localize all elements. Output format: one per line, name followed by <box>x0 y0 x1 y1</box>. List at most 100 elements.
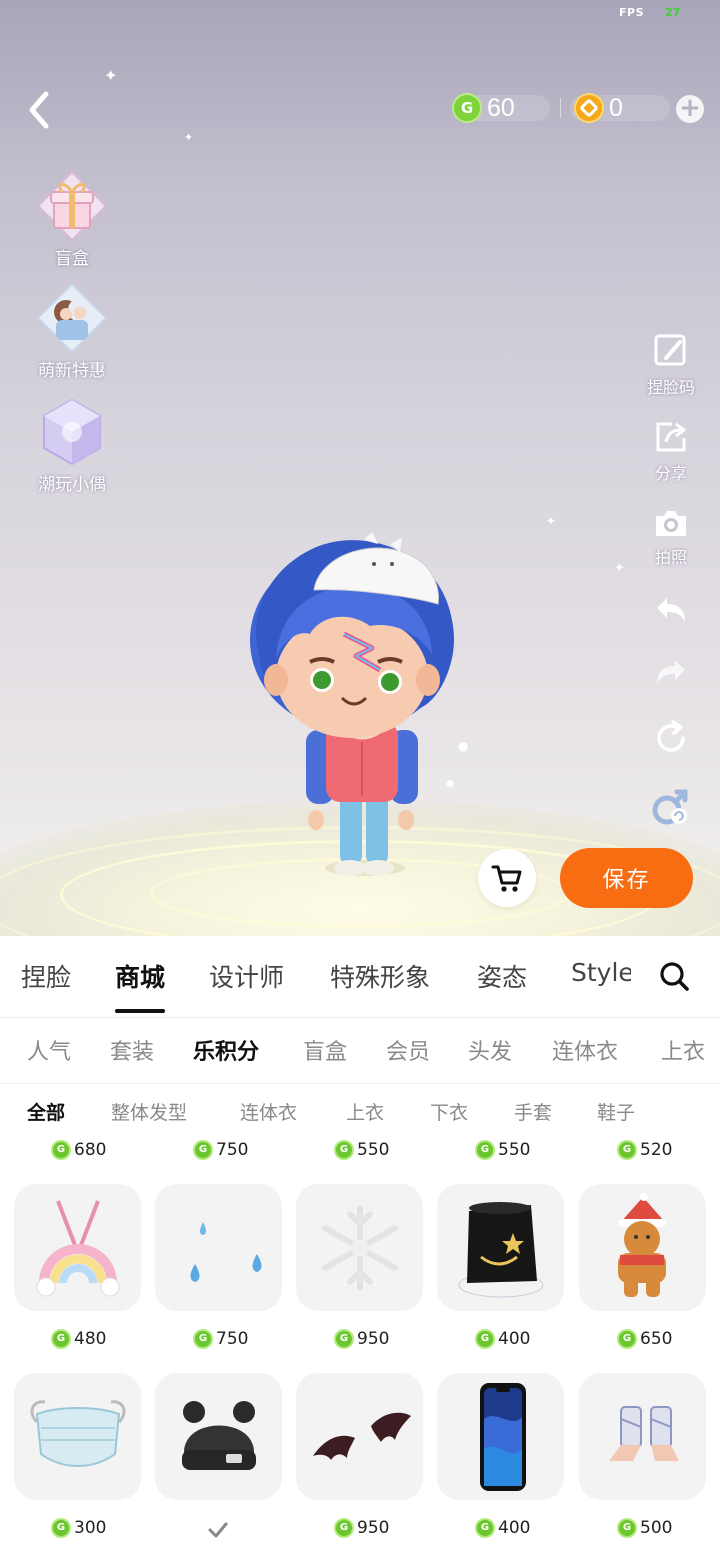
item-price: G 480 <box>51 1329 106 1349</box>
smartphone-icon <box>479 1382 526 1491</box>
left-menu-label: 萌新特惠 <box>38 361 106 381</box>
subtab-blind-box[interactable]: 盲盒 <box>303 1034 347 1066</box>
left-menu-newbie-deal[interactable]: 萌新特惠 <box>22 282 122 381</box>
coin-icon: G <box>475 1140 495 1160</box>
rainbow-bag-icon <box>36 1199 119 1296</box>
search-icon[interactable] <box>658 960 690 992</box>
sparkle: ✦ <box>104 66 118 85</box>
chevron-left-icon <box>29 91 49 129</box>
category-all[interactable]: 全部 <box>27 1098 65 1125</box>
item-card-bat-wings[interactable] <box>296 1373 423 1500</box>
coin-icon: G <box>617 1140 637 1160</box>
add-currency-button[interactable]: + <box>676 95 704 123</box>
subtab-popular[interactable]: 人气 <box>27 1034 71 1066</box>
item-card-gingerbread[interactable] <box>579 1184 706 1311</box>
gender-switch-icon <box>652 789 688 825</box>
coin-icon: G <box>334 1518 354 1538</box>
tab-shop[interactable]: 商城 <box>115 958 165 994</box>
item-price: G 400 <box>475 1518 530 1538</box>
item-card-rainbow-bag[interactable] <box>14 1184 141 1311</box>
item-price: G 680 <box>51 1140 106 1160</box>
coin-icon: G <box>475 1329 495 1349</box>
avatar-character[interactable] <box>240 530 480 900</box>
avatar-scene[interactable]: ✦ ✦ ✦ ✦ ● ● FPS 27 G 60 0 + 盲盒 萌新特惠 潮玩小偶… <box>0 0 720 936</box>
subtab-sets[interactable]: 套装 <box>110 1034 154 1066</box>
left-menu-blind-box[interactable]: 盲盒 <box>22 170 122 269</box>
item-card-black-hat[interactable] <box>437 1184 564 1311</box>
camera-button[interactable]: 拍照 <box>638 506 704 568</box>
gold-amount: 0 <box>609 93 623 122</box>
category-tab-bar: 全部 整体发型 连体衣 上衣 下衣 手套 鞋子 <box>0 1084 720 1140</box>
tab-face[interactable]: 捏脸 <box>21 958 71 994</box>
redo-button[interactable] <box>638 654 704 694</box>
item-card-snowflake[interactable] <box>296 1184 423 1311</box>
category-bottom[interactable]: 下衣 <box>430 1098 468 1125</box>
undo-button[interactable] <box>638 592 704 632</box>
tab-pose[interactable]: 姿态 <box>477 958 527 994</box>
category-top[interactable]: 上衣 <box>346 1098 384 1125</box>
item-price: G 300 <box>51 1518 106 1538</box>
cart-button[interactable] <box>478 849 536 907</box>
snowflake-icon <box>321 1204 398 1291</box>
item-card-smartphone[interactable] <box>437 1373 564 1500</box>
item-price: G 500 <box>617 1518 672 1538</box>
sparkle: ✦ <box>614 561 625 576</box>
save-button[interactable]: 保存 <box>560 848 693 908</box>
coin-icon: G <box>334 1140 354 1160</box>
reset-icon <box>657 720 685 752</box>
right-menu-label: 拍照 <box>654 548 687 567</box>
item-card-teardrops[interactable] <box>155 1184 282 1311</box>
face-code-icon <box>654 334 686 366</box>
left-menu-label: 潮玩小偶 <box>38 475 106 495</box>
category-gloves[interactable]: 手套 <box>514 1098 552 1125</box>
left-menu-figure[interactable]: 潮玩小偶 <box>22 396 122 495</box>
tab-style[interactable]: Style <box>571 958 631 987</box>
tab-special[interactable]: 特殊形象 <box>330 958 430 994</box>
coin-icon: G <box>617 1329 637 1349</box>
back-button[interactable] <box>22 88 62 132</box>
subtab-points[interactable]: 乐积分 <box>193 1034 259 1066</box>
reset-button[interactable] <box>638 718 704 762</box>
coin-icon: G <box>475 1518 495 1538</box>
sub-tab-bar: 人气 套装 乐积分 盲盒 会员 头发 连体衣 上衣 <box>0 1018 720 1084</box>
category-shoes[interactable]: 鞋子 <box>597 1098 635 1125</box>
main-tab-bar: 捏脸 商城 设计师 特殊形象 姿态 Style <box>0 936 720 1018</box>
fps-label: FPS <box>619 6 644 19</box>
left-menu-label: 盲盒 <box>55 249 89 269</box>
newbie-deal-icon <box>36 282 108 354</box>
green-currency[interactable]: G 60 <box>452 91 515 125</box>
tab-designer[interactable]: 设计师 <box>209 958 284 994</box>
figure-box-icon <box>36 396 108 468</box>
subtab-onesie[interactable]: 连体衣 <box>552 1034 618 1066</box>
sparkle: ✦ <box>184 131 194 144</box>
owned-check-icon <box>208 1522 228 1538</box>
gender-switch-button[interactable] <box>638 786 704 832</box>
subtab-top[interactable]: 上衣 <box>661 1034 705 1066</box>
coin-icon: G <box>193 1140 213 1160</box>
share-icon <box>656 422 686 452</box>
share-button[interactable]: 分享 <box>638 418 704 484</box>
item-price: G 950 <box>334 1518 389 1538</box>
coin-icon: G <box>51 1140 71 1160</box>
item-card-face-mask[interactable] <box>14 1373 141 1500</box>
green-amount: 60 <box>487 93 515 122</box>
teardrops-icon <box>190 1221 261 1282</box>
gold-coin-icon <box>574 93 604 123</box>
item-price: G 520 <box>617 1140 672 1160</box>
face-code-button[interactable]: 捏脸码 <box>638 332 704 398</box>
category-onesie[interactable]: 连体衣 <box>240 1098 297 1125</box>
item-card-bear-beanie[interactable] <box>155 1373 282 1500</box>
coin-icon: G <box>334 1329 354 1349</box>
bat-wings-icon <box>312 1412 411 1460</box>
black-hat-icon <box>458 1201 543 1297</box>
item-price: G 400 <box>475 1329 530 1349</box>
bandage-feet-icon <box>608 1405 679 1461</box>
right-menu-label: 捏脸码 <box>646 378 695 397</box>
subtab-member[interactable]: 会员 <box>386 1034 430 1066</box>
green-coin-icon: G <box>452 93 482 123</box>
subtab-hair[interactable]: 头发 <box>468 1034 512 1066</box>
right-menu-label: 分享 <box>654 464 687 483</box>
gold-currency[interactable]: 0 <box>574 91 623 125</box>
category-hairstyle[interactable]: 整体发型 <box>111 1098 187 1125</box>
item-card-bandage-feet[interactable] <box>579 1373 706 1500</box>
